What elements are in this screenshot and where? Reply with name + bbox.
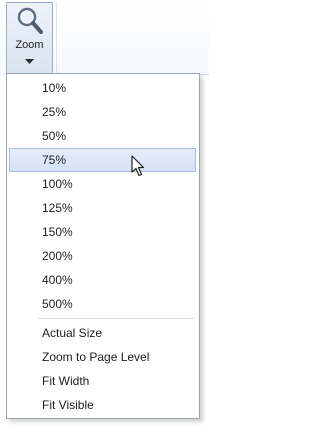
zoom-menu-item-25[interactable]: 25% [7, 100, 199, 124]
zoom-menu-item-500[interactable]: 500% [7, 292, 199, 316]
zoom-menu-item-150[interactable]: 150% [7, 220, 199, 244]
zoom-menu-item-125[interactable]: 125% [7, 196, 199, 220]
magnifier-icon [17, 7, 43, 34]
zoom-menu-item-actual-size[interactable]: Actual Size [7, 321, 199, 345]
zoom-menu-item-75[interactable]: 75% [9, 148, 196, 172]
zoom-menu-item-50[interactable]: 50% [7, 124, 199, 148]
ribbon-bar: Zoom [0, 0, 209, 76]
menu-separator [37, 318, 195, 319]
dropdown-arrow-icon [25, 59, 34, 64]
mouse-pointer-icon [131, 155, 145, 177]
zoom-dropdown-screen: Zoom 10% 25% 50% 75% 100% 125% 150% 200%… [0, 0, 209, 433]
zoom-menu: 10% 25% 50% 75% 100% 125% 150% 200% 400%… [6, 73, 200, 419]
zoom-menu-item-zoom-to-page-level[interactable]: Zoom to Page Level [7, 345, 199, 369]
zoom-menu-item-400[interactable]: 400% [7, 268, 199, 292]
zoom-menu-item-10[interactable]: 10% [7, 76, 199, 100]
zoom-menu-item-fit-visible[interactable]: Fit Visible [7, 393, 199, 417]
zoom-button-label: Zoom [15, 39, 44, 51]
zoom-menu-item-200[interactable]: 200% [7, 244, 199, 268]
zoom-menu-item-fit-width[interactable]: Fit Width [7, 369, 199, 393]
zoom-menu-item-100[interactable]: 100% [7, 172, 199, 196]
zoom-menu-items: 10% 25% 50% 75% 100% 125% 150% 200% 400%… [7, 74, 199, 417]
ribbon-separator [56, 2, 57, 76]
zoom-button[interactable]: Zoom [6, 2, 53, 73]
